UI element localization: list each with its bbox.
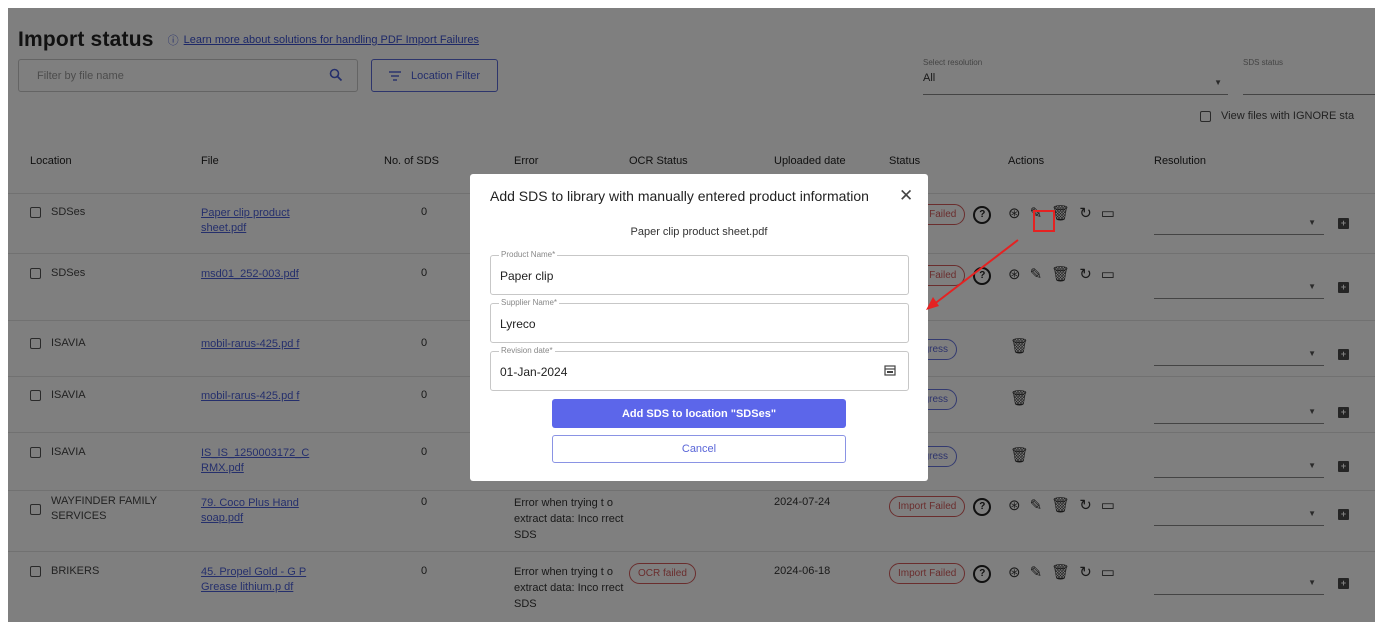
annotation-arrow	[926, 239, 1019, 310]
import-status-page: Import status ⓘ Learn more about solutio…	[8, 8, 1375, 622]
